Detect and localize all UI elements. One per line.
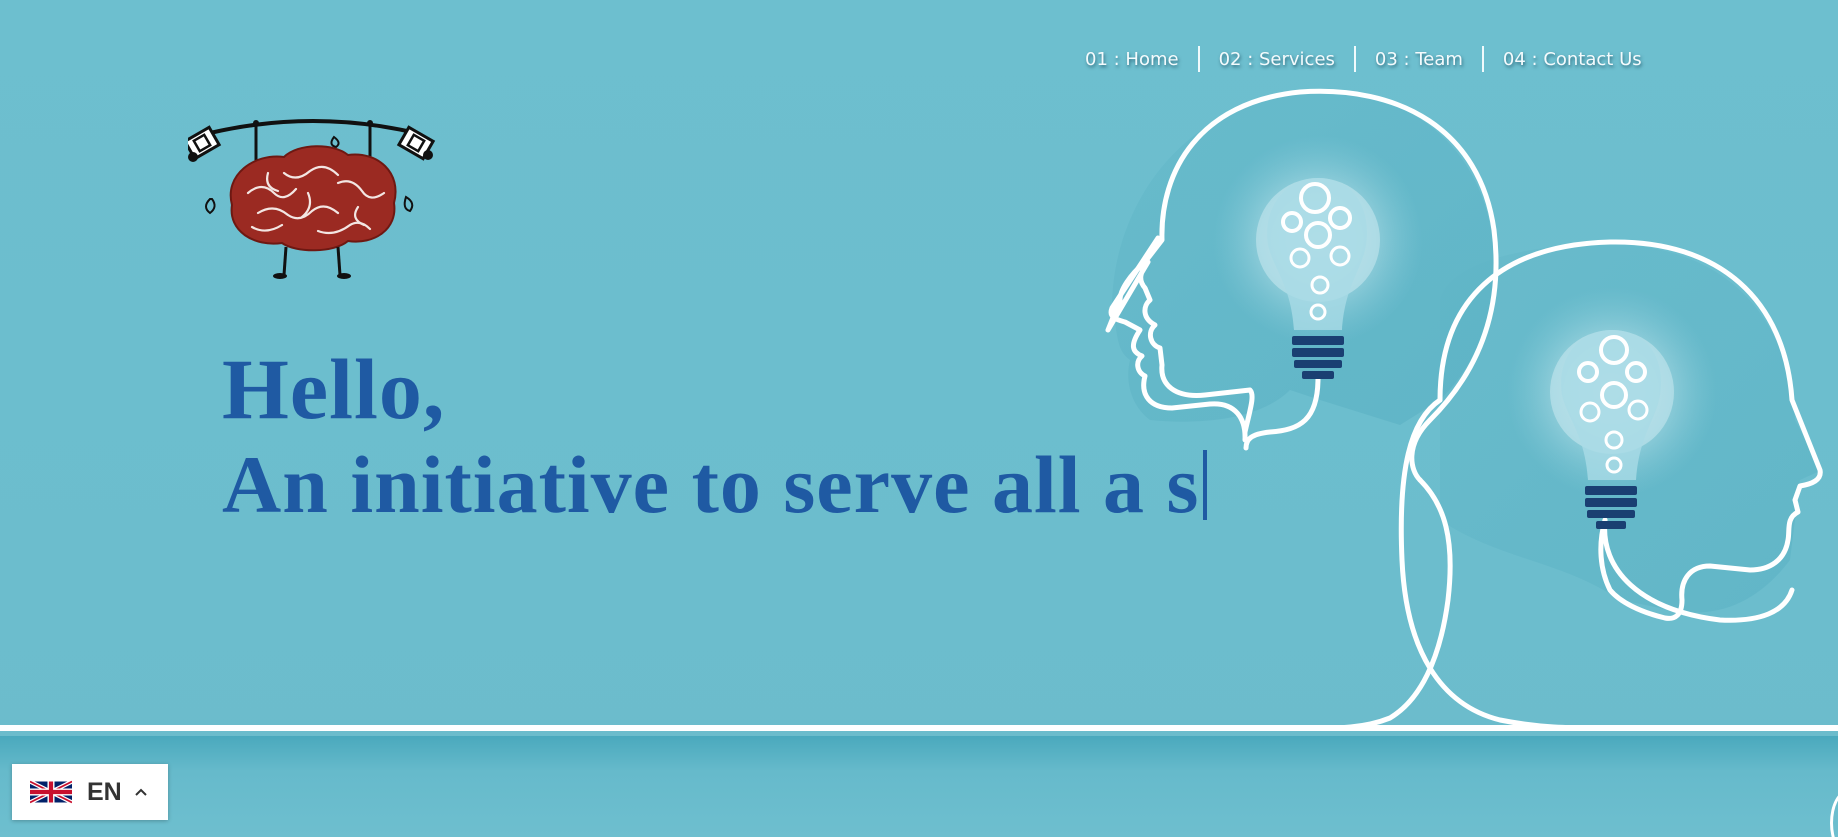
nav-home-link[interactable]: 01 : Home bbox=[1066, 49, 1198, 70]
typing-cursor bbox=[1203, 450, 1208, 521]
language-code: EN bbox=[87, 777, 122, 806]
language-switcher[interactable]: EN bbox=[12, 764, 168, 820]
hero-typed-text: An initiative to serve all a s bbox=[222, 439, 1200, 531]
brain-lifting-barbell-icon[interactable] bbox=[188, 113, 438, 283]
chevron-up-icon bbox=[135, 788, 147, 796]
nav-services-link[interactable]: 02 : Services bbox=[1200, 49, 1354, 70]
hero-headline: Hello, An initiative to serve all a s bbox=[222, 341, 1208, 533]
hero-section: 01 : Home 02 : Services 03 : Team 04 : C… bbox=[0, 0, 1838, 837]
uk-flag-icon bbox=[30, 779, 72, 805]
hero-greeting: Hello, bbox=[222, 341, 446, 438]
hero-typed-line: An initiative to serve all a s bbox=[222, 437, 1208, 533]
nav-contact-link[interactable]: 04 : Contact Us bbox=[1484, 49, 1661, 70]
nav-team-link[interactable]: 03 : Team bbox=[1356, 49, 1482, 70]
main-nav: 01 : Home 02 : Services 03 : Team 04 : C… bbox=[1066, 46, 1661, 72]
